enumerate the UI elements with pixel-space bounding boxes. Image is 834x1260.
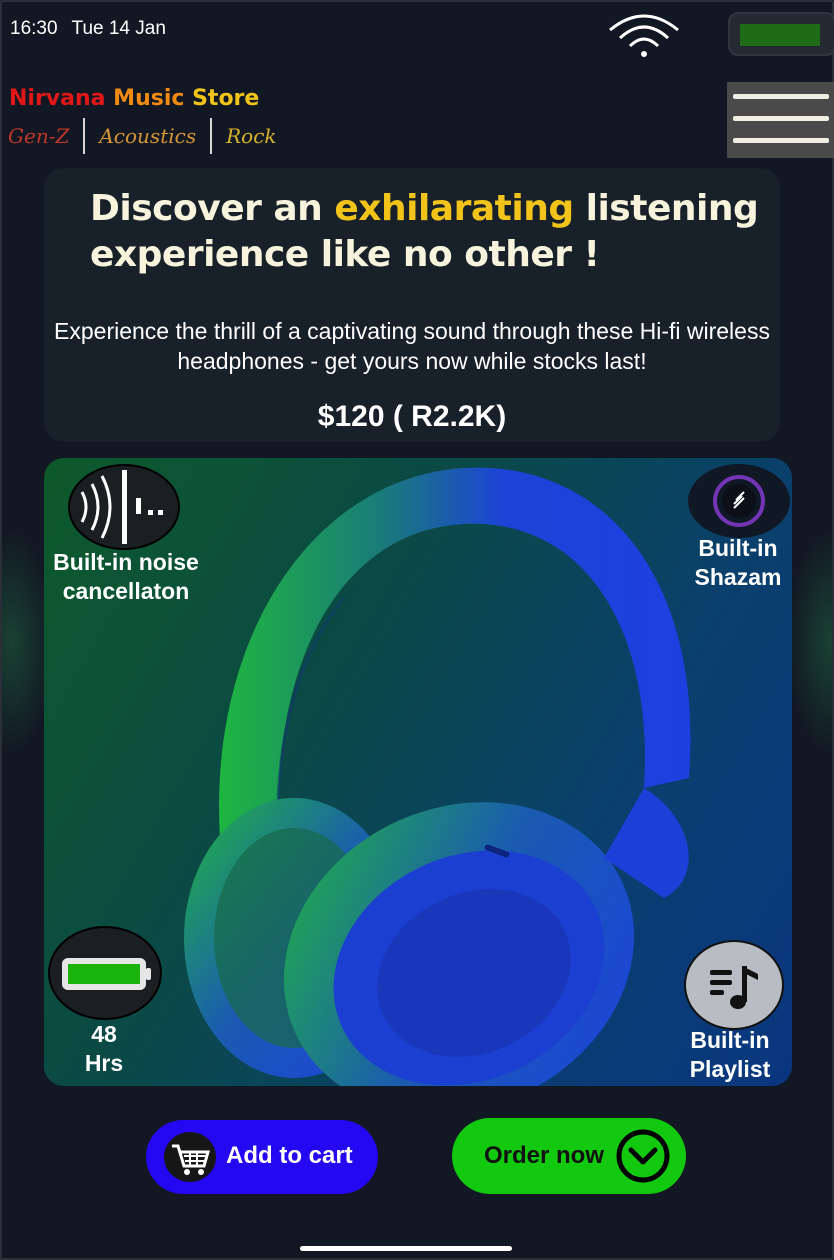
- store-logo[interactable]: Nirvana Music Store: [9, 86, 259, 111]
- home-indicator[interactable]: [300, 1246, 512, 1251]
- headline-highlight: exhilarating: [334, 188, 574, 229]
- genre-nav: Gen-Z Acoustics Rock: [8, 118, 291, 154]
- status-time: 16:30: [10, 18, 58, 39]
- brand-word-1: Nirvana: [9, 86, 106, 111]
- playlist-icon: [684, 940, 784, 1030]
- hero-headline: Discover an exhilarating listening exper…: [90, 186, 790, 278]
- product-image: Built-in noise cancellaton Built-in Shaz…: [44, 458, 792, 1086]
- add-to-cart-label: Add to cart: [226, 1142, 353, 1169]
- price: $120 ( R2.2K): [317, 400, 507, 433]
- genre-link-gen-z[interactable]: Gen-Z: [8, 124, 83, 148]
- status-time-date: 16:30 Tue 14 Jan: [10, 18, 166, 40]
- order-now-button[interactable]: Order now: [452, 1118, 686, 1194]
- battery-life-icon: [48, 926, 162, 1020]
- shazam-icon: [688, 464, 790, 538]
- screen: 16:30 Tue 14 Jan Nirvana Music Store Gen-…: [0, 0, 834, 1260]
- shazam-label-line-1: Built-in: [698, 535, 778, 561]
- playlist-label-line-2: Playlist: [689, 1056, 771, 1082]
- chevron-down-circle-icon: [616, 1129, 670, 1183]
- battery-icon: [728, 12, 834, 56]
- wifi-icon: [609, 14, 679, 57]
- shazam-label: Built-in Shazam: [686, 534, 790, 592]
- brand-word-2: Music: [113, 86, 185, 111]
- hamburger-menu-button[interactable]: [727, 82, 834, 158]
- noise-cancellation-icon: [68, 464, 180, 550]
- brand-word-3: Store: [192, 86, 260, 111]
- order-now-label: Order now: [484, 1142, 605, 1169]
- shazam-label-line-2: Shazam: [694, 564, 782, 590]
- noise-label-line-1: Built-in noise: [53, 549, 199, 575]
- playlist-label: Built-in Playlist: [678, 1026, 782, 1084]
- status-date: Tue 14 Jan: [71, 18, 166, 39]
- headline-part-1: Discover an: [90, 188, 335, 229]
- shopping-cart-icon: [164, 1132, 216, 1182]
- hero-card: Discover an exhilarating listening exper…: [44, 168, 780, 442]
- add-to-cart-button[interactable]: Add to cart: [146, 1120, 378, 1194]
- playlist-label-line-1: Built-in: [690, 1027, 770, 1053]
- battery-life-label: 48 Hrs: [64, 1020, 144, 1078]
- genre-link-acoustics[interactable]: Acoustics: [85, 124, 210, 148]
- noise-cancellation-label: Built-in noise cancellaton: [46, 548, 206, 606]
- battery-label-line-2: Hrs: [84, 1050, 124, 1076]
- battery-label-line-1: 48: [91, 1021, 117, 1047]
- genre-link-rock[interactable]: Rock: [212, 124, 290, 148]
- hero-description: Experience the thrill of a captivating s…: [54, 318, 770, 374]
- battery-level: [740, 24, 820, 46]
- noise-label-line-2: cancellaton: [62, 578, 190, 604]
